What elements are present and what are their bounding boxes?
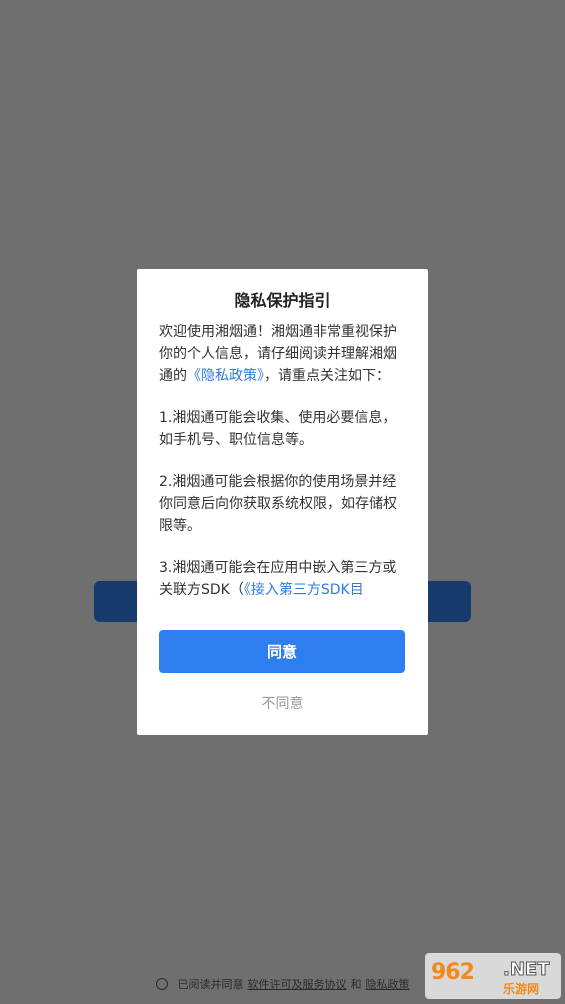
intro-after-text: ，请重点关注如下： (264, 368, 390, 384)
agree-button[interactable]: 同意 (159, 630, 405, 673)
dialog-body[interactable]: 欢迎使用湘烟通！湘烟通非常重视保护你的个人信息，请仔细阅读并理解湘烟通的《隐私政… (159, 321, 410, 625)
intro-paragraph: 欢迎使用湘烟通！湘烟通非常重视保护你的个人信息，请仔细阅读并理解湘烟通的《隐私政… (159, 321, 410, 387)
privacy-dialog: 隐私保护指引 欢迎使用湘烟通！湘烟通非常重视保护你的个人信息，请仔细阅读并理解湘… (137, 269, 428, 735)
screen: 已阅读并同意 软件许可及服务协议 和 隐私政策 隐私保护指引 欢迎使用湘烟通！湘… (0, 0, 565, 1004)
dialog-title: 隐私保护指引 (234, 291, 331, 310)
footer-and: 和 (350, 978, 362, 991)
watermark-number: 962 (431, 960, 475, 985)
watermark-domain: .NET (502, 959, 550, 981)
disagree-button[interactable]: 不同意 (137, 693, 428, 713)
watermark-logo: 962 .NET 乐游网 (425, 953, 561, 999)
watermark-site-name: 乐游网 (503, 982, 540, 996)
item-2: 2.湘烟通可能会根据你的使用场景并经你同意后向你获取系统权限，如存储权限等。 (159, 474, 397, 534)
sdk-list-link[interactable]: 《接入第三方SDK目 (244, 582, 364, 598)
license-link[interactable]: 软件许可及服务协议 (248, 976, 347, 992)
privacy-policy-link[interactable]: 《隐私政策》 (187, 368, 264, 384)
privacy-link[interactable]: 隐私政策 (366, 976, 410, 992)
agreement-radio[interactable] (155, 978, 168, 990)
item-1: 1.湘烟通可能会收集、使用必要信息，如手机号、职位信息等。 (159, 410, 397, 448)
footer-prefix: 已阅读并同意 (177, 978, 244, 991)
item-3: 3.湘烟通可能会在应用中嵌入第三方或关联方SDK（《接入第三方SDK目 (159, 557, 410, 601)
